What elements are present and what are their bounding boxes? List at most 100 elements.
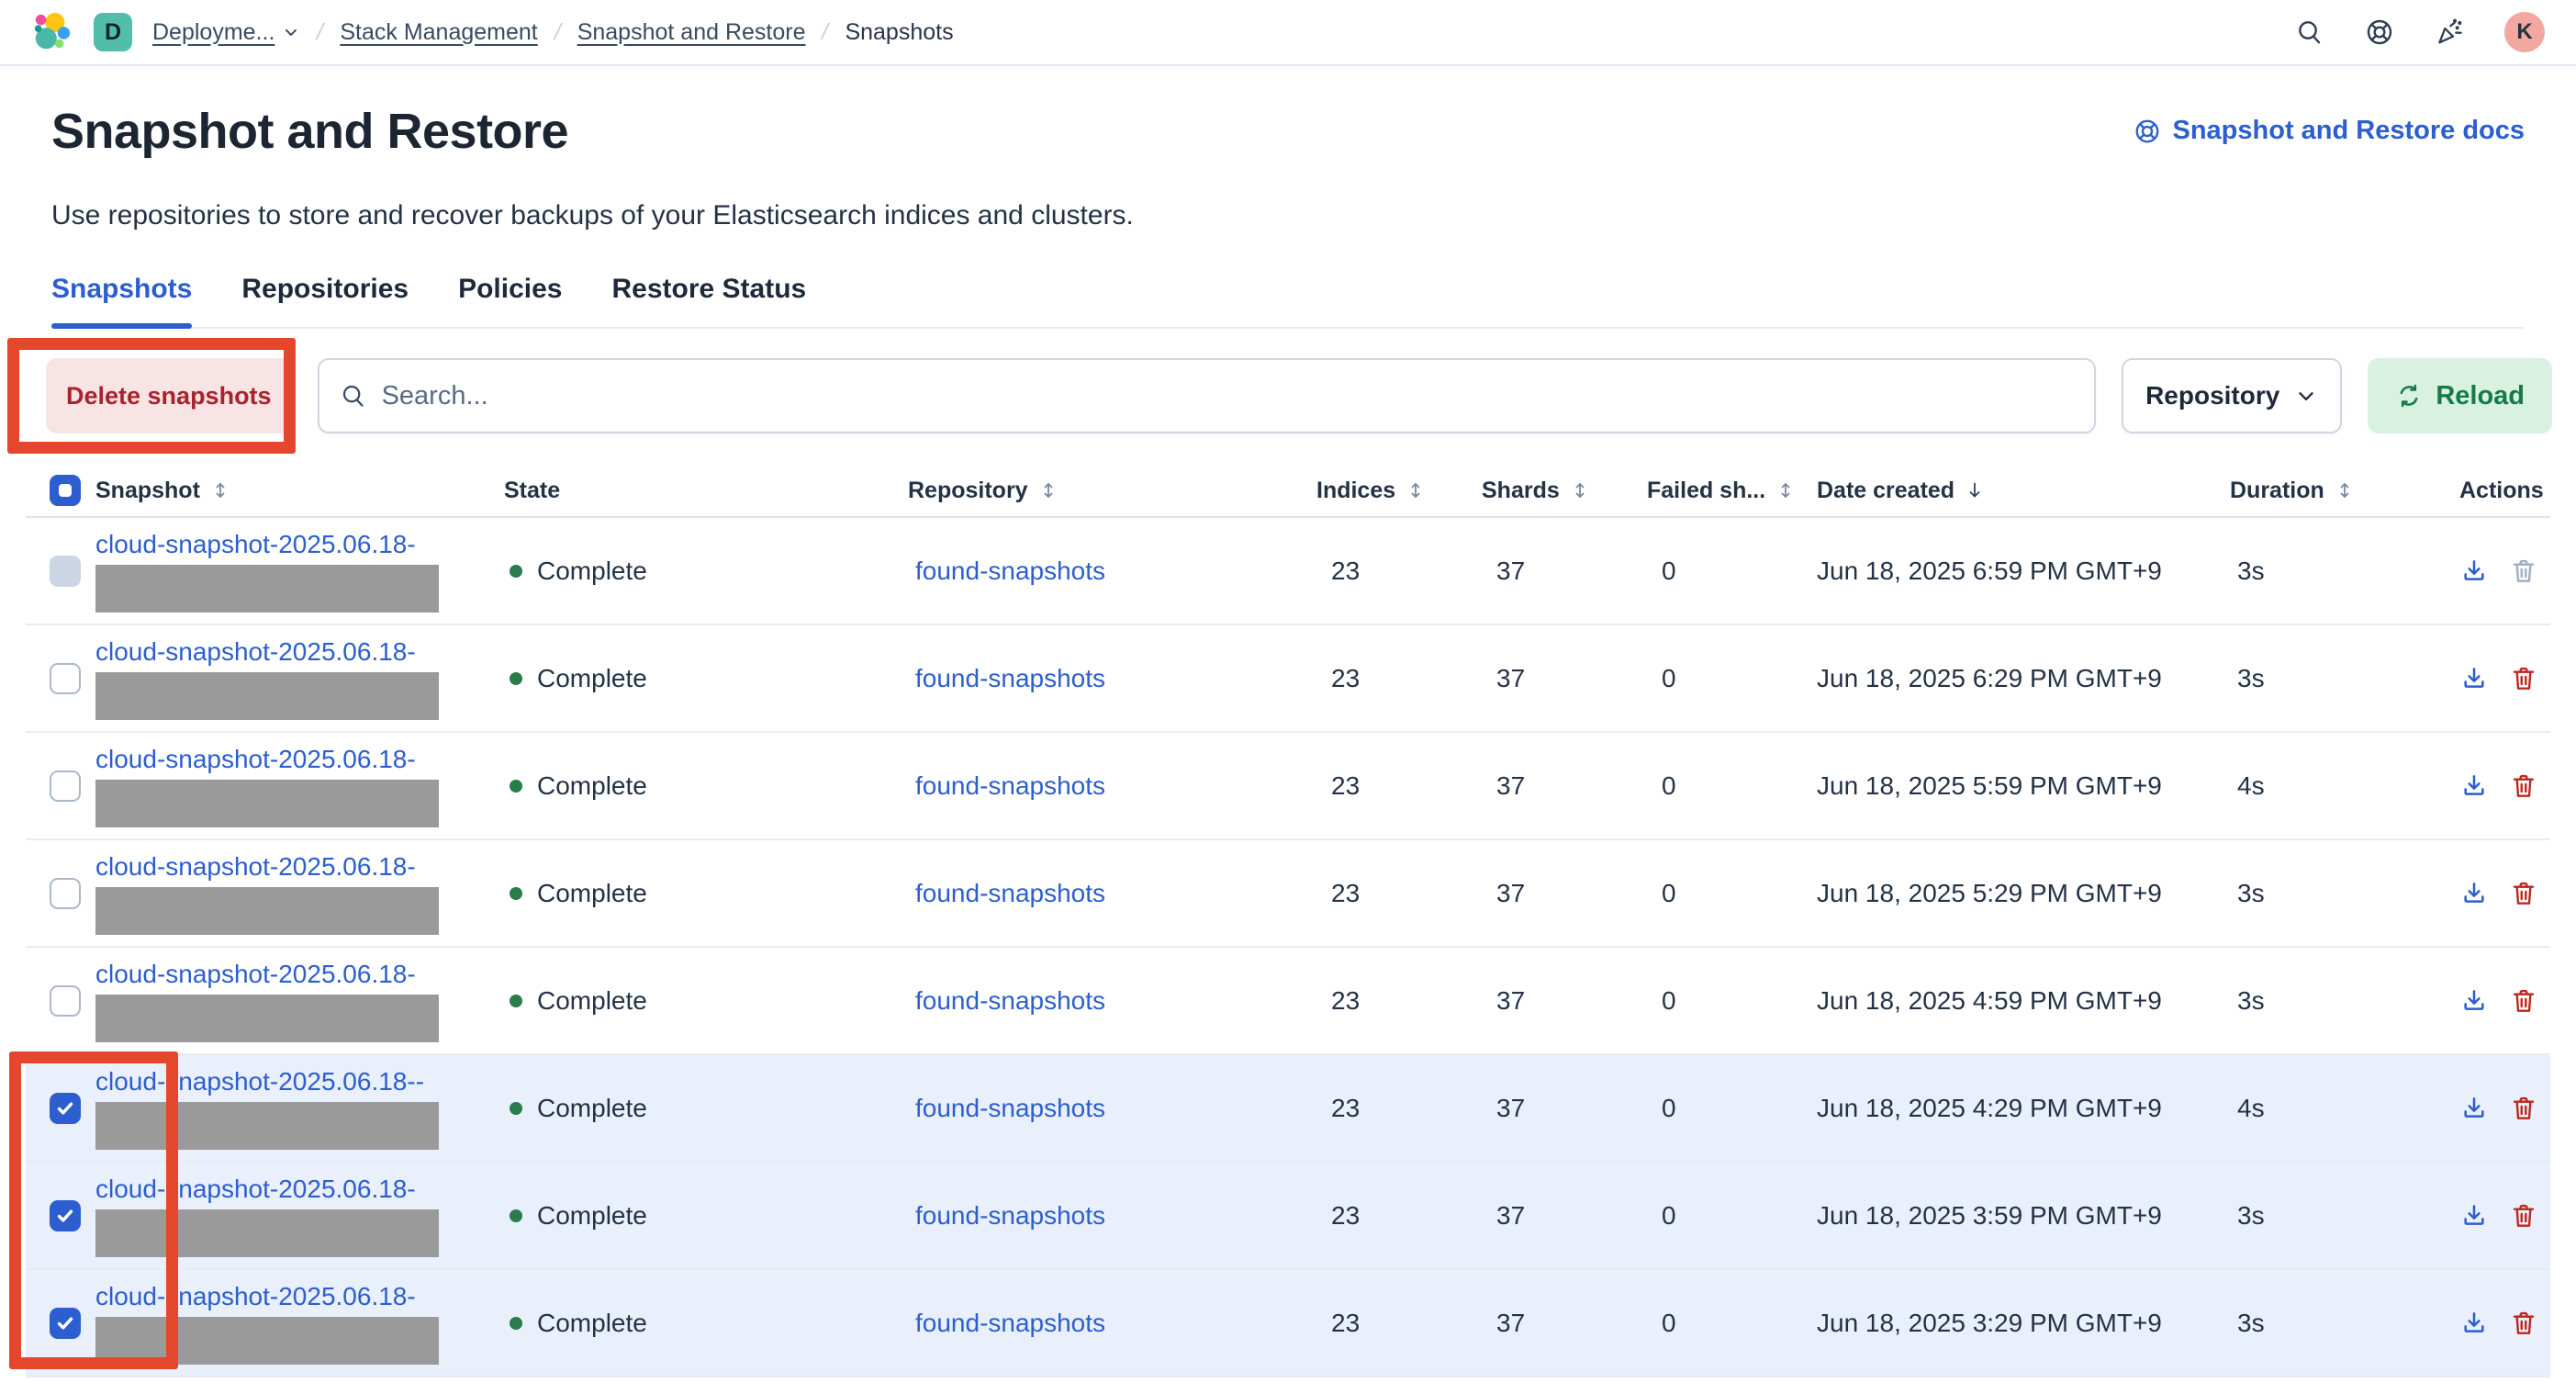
date-created: Jun 18, 2025 3:29 PM GMT+9	[1817, 1309, 2230, 1338]
row-checkbox[interactable]	[50, 663, 81, 694]
download-icon[interactable]	[2459, 1309, 2489, 1338]
snapshots-toolbar: Delete snapshots Repository Reload	[0, 358, 2576, 433]
breadcrumb-separator: /	[819, 19, 831, 46]
breadcrumb-stack-management[interactable]: Stack Management	[340, 19, 537, 46]
tabs: Snapshots Repositories Policies Restore Sta…	[51, 274, 2525, 329]
row-checkbox[interactable]	[50, 1093, 81, 1124]
snapshot-link[interactable]: cloud-snapshot-2025.06.18-	[95, 852, 504, 882]
state-complete-dot	[510, 1317, 522, 1330]
snapshot-link[interactable]: cloud-snapshot-2025.06.18-	[95, 530, 504, 559]
table-row: cloud-snapshot-2025.06.18- Complete foun…	[26, 733, 2550, 840]
download-icon[interactable]	[2459, 879, 2489, 908]
trash-icon[interactable]	[2509, 986, 2538, 1016]
download-icon[interactable]	[2459, 1201, 2489, 1231]
repository-link[interactable]: found-snapshots	[915, 1309, 1105, 1337]
page-title: Snapshot and Restore	[51, 103, 568, 160]
select-all-checkbox[interactable]	[50, 475, 81, 506]
breadcrumb-separator: /	[552, 19, 564, 46]
news-party-popper-icon[interactable]	[2435, 17, 2464, 47]
snapshot-link[interactable]: cloud-snapshot-2025.06.18--	[95, 1067, 504, 1096]
delete-snapshots-button[interactable]: Delete snapshots	[46, 358, 292, 433]
state-label: Complete	[537, 879, 647, 908]
trash-icon[interactable]	[2509, 1094, 2538, 1123]
row-checkbox[interactable]	[50, 1308, 81, 1339]
date-created: Jun 18, 2025 5:29 PM GMT+9	[1817, 879, 2230, 908]
column-header-date-created[interactable]: Date created	[1817, 478, 2230, 504]
search-input[interactable]	[382, 381, 2074, 411]
repository-filter-button[interactable]: Repository	[2122, 358, 2342, 433]
reload-label: Reload	[2436, 381, 2525, 411]
user-avatar[interactable]: K	[2504, 12, 2545, 52]
download-icon[interactable]	[2459, 771, 2489, 801]
breadcrumb-separator: /	[314, 19, 326, 46]
sort-descending-icon	[1964, 479, 1986, 501]
download-icon[interactable]	[2459, 1094, 2489, 1123]
repository-link[interactable]: found-snapshots	[915, 1094, 1105, 1122]
elastic-logo-icon[interactable]	[31, 11, 73, 53]
state-label: Complete	[537, 1094, 647, 1123]
repository-link[interactable]: found-snapshots	[915, 557, 1105, 585]
table-body: cloud-snapshot-2025.06.18- Complete foun…	[26, 518, 2550, 1377]
row-checkbox[interactable]	[50, 1200, 81, 1231]
duration: 4s	[2230, 1094, 2459, 1123]
snapshot-link[interactable]: cloud-snapshot-2025.06.18-	[95, 1282, 504, 1311]
docs-link[interactable]: Snapshot and Restore docs	[2134, 116, 2525, 146]
state-label: Complete	[537, 664, 647, 693]
tab-restore-status[interactable]: Restore Status	[611, 274, 806, 327]
repository-link[interactable]: found-snapshots	[915, 986, 1105, 1015]
tab-snapshots[interactable]: Snapshots	[51, 274, 192, 327]
breadcrumb-deployme[interactable]: Deployme...	[152, 19, 300, 46]
date-created: Jun 18, 2025 4:29 PM GMT+9	[1817, 1094, 2230, 1123]
date-created: Jun 18, 2025 4:59 PM GMT+9	[1817, 986, 2230, 1016]
trash-icon[interactable]	[2509, 771, 2538, 801]
download-icon[interactable]	[2459, 557, 2489, 586]
trash-icon[interactable]	[2509, 664, 2538, 693]
repository-link[interactable]: found-snapshots	[915, 879, 1105, 907]
breadcrumb-snapshot-and-restore[interactable]: Snapshot and Restore	[577, 19, 806, 46]
indices-count: 23	[1316, 771, 1482, 801]
date-created: Jun 18, 2025 6:59 PM GMT+9	[1817, 557, 2230, 586]
row-checkbox[interactable]	[50, 770, 81, 802]
download-icon[interactable]	[2459, 664, 2489, 693]
snapshot-link[interactable]: cloud-snapshot-2025.06.18-	[95, 745, 504, 774]
download-icon[interactable]	[2459, 986, 2489, 1016]
chevron-down-icon	[2294, 384, 2318, 408]
state-label: Complete	[537, 986, 647, 1016]
help-life-buoy-icon[interactable]	[2365, 17, 2394, 47]
tab-repositories[interactable]: Repositories	[241, 274, 409, 327]
snapshot-link[interactable]: cloud-snapshot-2025.06.18-	[95, 960, 504, 989]
row-checkbox[interactable]	[50, 878, 81, 909]
deployment-badge[interactable]: D	[94, 13, 132, 51]
repository-link[interactable]: found-snapshots	[915, 771, 1105, 800]
tab-policies[interactable]: Policies	[458, 274, 562, 327]
date-created: Jun 18, 2025 5:59 PM GMT+9	[1817, 771, 2230, 801]
state-label: Complete	[537, 1309, 647, 1338]
column-header-indices[interactable]: Indices	[1316, 478, 1482, 504]
column-header-failed-sh[interactable]: Failed sh...	[1647, 478, 1817, 504]
column-header-duration[interactable]: Duration	[2230, 478, 2459, 504]
refresh-icon	[2395, 382, 2423, 410]
snapshot-link[interactable]: cloud-snapshot-2025.06.18-	[95, 1175, 504, 1204]
search-icon[interactable]	[2295, 17, 2324, 47]
page-description: Use repositories to store and recover ba…	[51, 200, 2525, 231]
trash-icon[interactable]	[2509, 1309, 2538, 1338]
repository-link[interactable]: found-snapshots	[915, 664, 1105, 692]
row-checkbox[interactable]	[50, 985, 81, 1017]
state-complete-dot	[510, 672, 522, 685]
duration: 3s	[2230, 1309, 2459, 1338]
column-header-shards[interactable]: Shards	[1482, 478, 1647, 504]
trash-icon[interactable]	[2509, 879, 2538, 908]
snapshots-table: Snapshot State Repository Indices Sh	[26, 465, 2550, 1377]
column-header-repository[interactable]: Repository	[908, 478, 1316, 504]
trash-icon[interactable]	[2509, 1201, 2538, 1231]
redacted-snapshot-suffix	[95, 780, 439, 827]
repository-link[interactable]: found-snapshots	[915, 1201, 1105, 1230]
snapshot-link[interactable]: cloud-snapshot-2025.06.18-	[95, 637, 504, 667]
redacted-snapshot-suffix	[95, 1209, 439, 1257]
shards-count: 37	[1482, 771, 1647, 801]
reload-button[interactable]: Reload	[2368, 358, 2552, 433]
search-field[interactable]	[318, 358, 2096, 433]
table-row: cloud-snapshot-2025.06.18- Complete foun…	[26, 840, 2550, 948]
column-header-snapshot[interactable]: Snapshot	[95, 478, 504, 504]
trash-icon	[2509, 557, 2538, 586]
